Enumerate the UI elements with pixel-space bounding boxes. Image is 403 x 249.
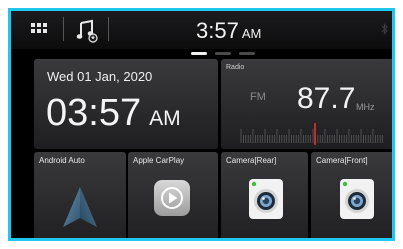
apps-grid-icon[interactable] [31, 23, 47, 35]
app-tile-camera-rear[interactable]: Camera[Rear] [221, 152, 308, 238]
radio-unit: MHz [356, 102, 375, 112]
status-divider [63, 17, 64, 41]
clock-date: Wed 01 Jan, 2020 [47, 69, 153, 84]
tuner-scale [240, 123, 384, 145]
app-tile-camera-front[interactable]: Camera[Front] [311, 152, 392, 238]
page-dot-2[interactable] [215, 52, 231, 55]
status-clock: 3:57 AM [196, 18, 261, 44]
radio-title: Radio [226, 64, 245, 71]
status-divider [108, 17, 109, 41]
clock-ampm: AM [149, 107, 181, 130]
camera-icon [249, 179, 283, 219]
app-label: Camera[Rear] [226, 156, 277, 165]
status-bar: 3:57 AM [11, 11, 392, 49]
app-label: Camera[Front] [316, 156, 368, 165]
status-ampm: AM [241, 26, 262, 41]
clock-widget[interactable]: Wed 01 Jan, 2020 03:57 AM [34, 59, 218, 149]
page-dot-3[interactable] [239, 52, 255, 55]
radio-widget[interactable]: Radio FM 87.7 MHz [221, 59, 392, 149]
head-unit-screen: 3:57 AM Wed 01 Jan, 2020 03:57 AM Radio FM… [8, 8, 395, 241]
app-tile-android-auto[interactable]: Android Auto [34, 152, 126, 238]
app-tile-apple-carplay[interactable]: Apple CarPlay [128, 152, 218, 238]
clock-time-value: 03:57 [46, 92, 142, 134]
app-label: Android Auto [39, 156, 85, 165]
radio-frequency: 87.7 [297, 82, 356, 115]
status-time: 3:57 [196, 18, 239, 43]
music-source-icon[interactable] [75, 19, 99, 43]
bluetooth-icon [381, 23, 388, 35]
page-indicator [191, 52, 271, 55]
android-auto-icon [63, 187, 97, 227]
page-dot-1[interactable] [191, 52, 207, 55]
carplay-icon [154, 180, 190, 216]
app-label: Apple CarPlay [133, 156, 185, 165]
camera-icon [340, 179, 374, 219]
radio-band: FM [250, 91, 266, 103]
clock-time: 03:57 AM [46, 92, 181, 135]
